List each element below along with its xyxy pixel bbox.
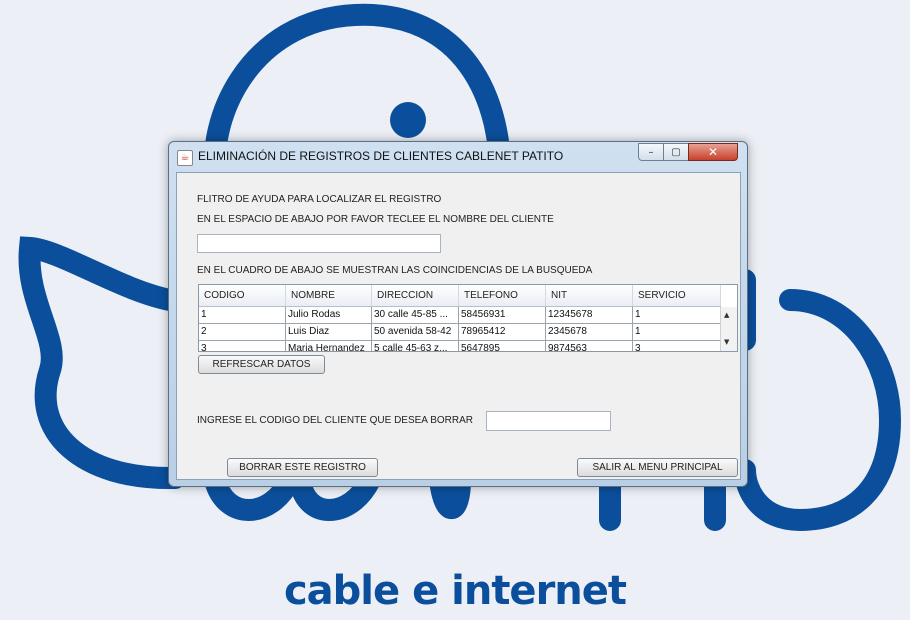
window-title: ELIMINACIÓN DE REGISTROS DE CLIENTES CAB…	[198, 149, 564, 163]
close-icon: ✕	[707, 145, 719, 159]
table-body: 1 Julio Rodas 30 calle 45-85 ... 5845693…	[199, 307, 721, 351]
minimize-icon: –	[648, 146, 654, 158]
maximize-icon: ▢	[671, 146, 681, 158]
results-table[interactable]: CODIGO NOMBRE DIRECCION TELEFONO NIT SER…	[198, 284, 738, 352]
table-row[interactable]: 2 Luis Diaz 50 avenida 58-42 78965412 23…	[199, 324, 721, 341]
java-cup-icon: ☕	[177, 150, 193, 166]
column-header-nombre[interactable]: NOMBRE	[286, 285, 372, 306]
results-label: EN EL CUADRO DE ABAJO SE MUESTRAN LAS CO…	[197, 265, 593, 276]
cell-servicio: 3	[633, 341, 721, 351]
column-header-nit[interactable]: NIT	[546, 285, 633, 306]
cell-nombre: Maria Hernandez	[286, 341, 372, 351]
exit-to-main-menu-button[interactable]: SALIR AL MENU PRINCIPAL	[577, 458, 738, 477]
cell-nombre: Luis Diaz	[286, 324, 372, 340]
cell-telefono: 78965412	[459, 324, 546, 340]
client-name-search-input[interactable]	[197, 234, 441, 253]
column-header-codigo[interactable]: CODIGO	[199, 285, 286, 306]
delete-record-button[interactable]: BORRAR ESTE REGISTRO	[227, 458, 378, 477]
cell-codigo: 2	[199, 324, 286, 340]
minimize-button[interactable]: –	[638, 143, 664, 161]
refresh-data-button[interactable]: REFRESCAR DATOS	[198, 355, 325, 374]
cell-nombre: Julio Rodas	[286, 307, 372, 323]
column-header-direccion[interactable]: DIRECCION	[372, 285, 459, 306]
code-label: INGRESE EL CODIGO DEL CLIENTE QUE DESEA …	[197, 415, 473, 426]
table-row[interactable]: 1 Julio Rodas 30 calle 45-85 ... 5845693…	[199, 307, 721, 324]
column-header-servicio[interactable]: SERVICIO	[633, 285, 721, 306]
cell-direccion: 5 calle 45-63 z...	[372, 341, 459, 351]
scroll-up-icon[interactable]: ▲	[724, 311, 729, 319]
scroll-down-icon[interactable]: ▼	[724, 338, 729, 346]
cell-telefono: 5647895	[459, 341, 546, 351]
cell-telefono: 58456931	[459, 307, 546, 323]
close-button[interactable]: ✕	[688, 143, 738, 161]
cell-servicio: 1	[633, 307, 721, 323]
column-header-telefono[interactable]: TELEFONO	[459, 285, 546, 306]
maximize-button[interactable]: ▢	[663, 143, 689, 161]
delete-clients-window: ☕ ELIMINACIÓN DE REGISTROS DE CLIENTES C…	[168, 141, 748, 487]
table-header: CODIGO NOMBRE DIRECCION TELEFONO NIT SER…	[199, 285, 721, 307]
cell-codigo: 1	[199, 307, 286, 323]
cell-direccion: 50 avenida 58-42	[372, 324, 459, 340]
cell-nit: 9874563	[546, 341, 633, 351]
cell-codigo: 3	[199, 341, 286, 351]
cell-nit: 12345678	[546, 307, 633, 323]
title-bar[interactable]: ☕ ELIMINACIÓN DE REGISTROS DE CLIENTES C…	[169, 142, 747, 172]
cell-nit: 2345678	[546, 324, 633, 340]
cell-servicio: 1	[633, 324, 721, 340]
client-code-input[interactable]	[486, 411, 611, 431]
filter-title: FLITRO DE AYUDA PARA LOCALIZAR EL REGIST…	[197, 194, 442, 205]
table-row[interactable]: 3 Maria Hernandez 5 calle 45-63 z... 564…	[199, 341, 721, 351]
brand-tagline: cable e internet	[283, 568, 627, 614]
filter-instruction: EN EL ESPACIO DE ABAJO POR FAVOR TECLEE …	[197, 214, 554, 225]
window-content: FLITRO DE AYUDA PARA LOCALIZAR EL REGIST…	[176, 172, 741, 480]
cell-direccion: 30 calle 45-85 ...	[372, 307, 459, 323]
table-vertical-scrollbar[interactable]: ▲ ▼	[720, 307, 737, 351]
